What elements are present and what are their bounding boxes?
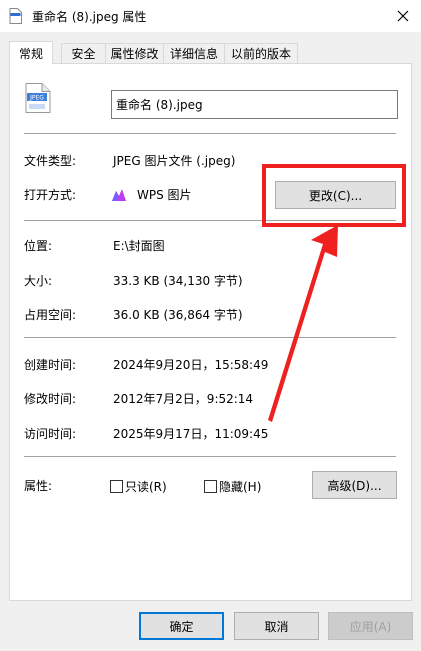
separator [24,337,396,338]
tab-details[interactable]: 详细信息 [163,43,225,63]
tab-general[interactable]: 常规 [9,41,53,64]
jpeg-file-icon: JPEG [25,83,51,113]
file-type-value: JPEG 图片文件 (.jpeg) [113,154,236,168]
title-bar: 重命名 (8).jpeg 属性 [0,0,421,32]
readonly-label: 只读(R) [125,480,167,494]
ok-button[interactable]: 确定 [139,612,224,640]
apply-button[interactable]: 应用(A) [328,612,413,640]
open-with-app: WPS 图片 [137,188,192,202]
tab-security[interactable]: 安全 [61,43,106,63]
general-panel: JPEG 文件类型: JPEG 图片文件 (.jpeg) 打开方式: WPS 图… [9,63,412,601]
created-label: 创建时间: [24,358,77,372]
close-icon [397,10,409,22]
change-button[interactable]: 更改(C)... [275,181,396,209]
tab-previous-versions[interactable]: 以前的版本 [224,43,298,63]
modified-value: 2012年7月2日，9:52:14 [113,392,254,406]
checkbox-box[interactable] [110,480,123,493]
checkbox-box[interactable] [204,480,217,493]
modified-label: 修改时间: [24,392,77,406]
disk-size-label: 占用空间: [24,308,77,322]
disk-size-value: 36.0 KB (36,864 字节) [113,308,243,322]
open-with-label: 打开方式: [24,188,77,202]
separator [24,220,396,221]
location-value: E:\封面图 [113,239,165,253]
size-value: 33.3 KB (34,130 字节) [113,274,243,288]
advanced-button[interactable]: 高级(D)... [312,471,397,499]
location-label: 位置: [24,239,53,253]
created-value: 2024年9月20日，15:58:49 [113,358,269,372]
attributes-label: 属性: [24,479,53,493]
window-title: 重命名 (8).jpeg 属性 [32,10,147,24]
tab-attribute-edit[interactable]: 属性修改 [105,43,164,63]
file-name-input[interactable] [111,90,398,119]
svg-text:JPEG: JPEG [29,95,44,102]
readonly-checkbox[interactable]: 只读(R) [110,478,167,495]
file-icon [9,8,22,24]
hidden-checkbox[interactable]: 隐藏(H) [204,478,261,495]
file-type-label: 文件类型: [24,154,77,168]
accessed-label: 访问时间: [24,427,77,441]
size-label: 大小: [24,274,53,288]
separator [24,133,396,134]
cancel-button[interactable]: 取消 [234,612,319,640]
accessed-value: 2025年9月17日，11:09:45 [113,427,269,441]
hidden-label: 隐藏(H) [219,480,262,494]
close-button[interactable] [388,2,418,30]
separator [24,456,396,457]
wps-picture-icon [112,189,126,201]
